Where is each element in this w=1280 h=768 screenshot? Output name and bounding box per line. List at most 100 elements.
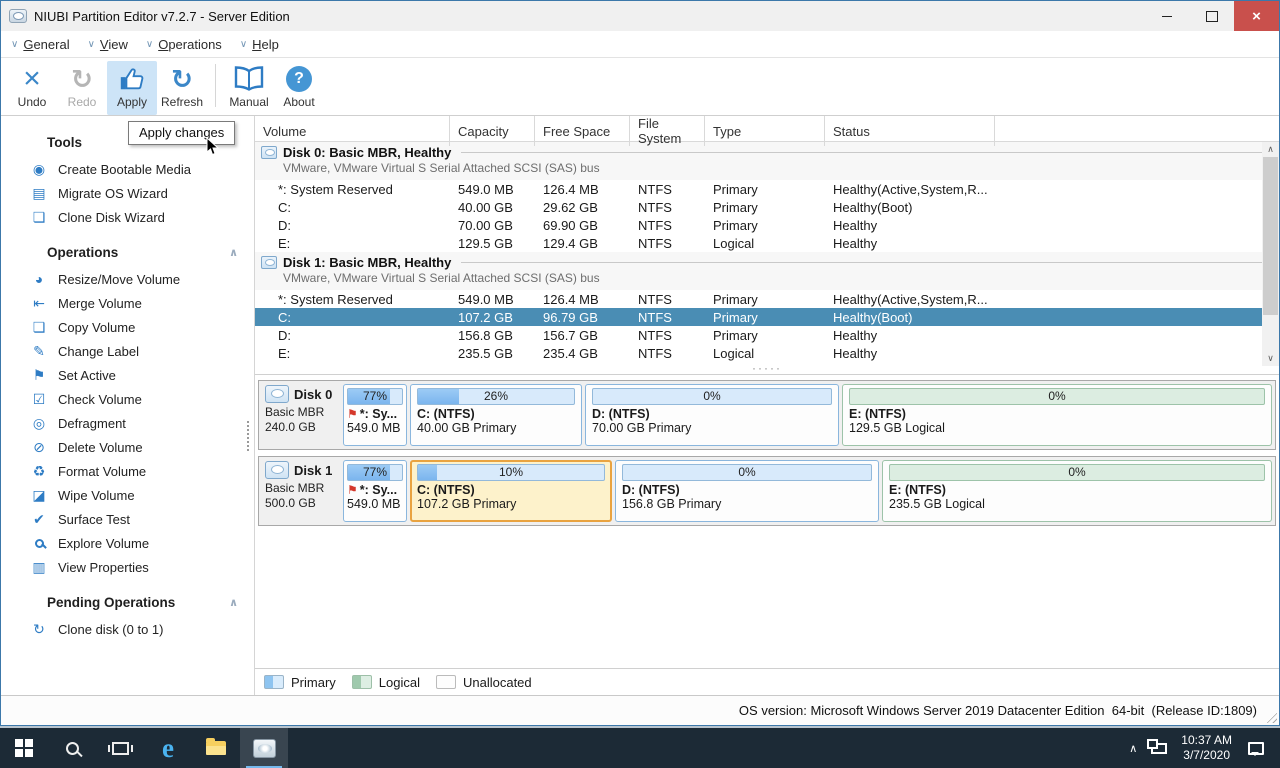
sidebar-item-create-bootable-media[interactable]: ◉ Create Bootable Media xyxy=(1,157,254,181)
app-window: NIUBI Partition Editor v7.2.7 - Server E… xyxy=(0,0,1280,726)
close-button[interactable]: × xyxy=(1234,1,1279,31)
partition-block-d[interactable]: 0% D: (NTFS) 156.8 GB Primary xyxy=(615,460,879,522)
partition-block-d[interactable]: 0% D: (NTFS) 70.00 GB Primary xyxy=(585,384,839,446)
table-row[interactable]: E:235.5 GB235.4 GBNTFSLogicalHealthy xyxy=(255,344,1279,362)
sidebar-item-wipe-volume[interactable]: ◪ Wipe Volume xyxy=(1,483,254,507)
table-header: Volume Capacity Free Space File System T… xyxy=(255,116,1279,142)
partition-block-c[interactable]: 26% C: (NTFS) 40.00 GB Primary xyxy=(410,384,582,446)
legend-logical-swatch xyxy=(352,675,372,689)
menu-view[interactable]: ∨ View xyxy=(88,37,128,52)
menu-bar: ∨ General ∨ View ∨ Operations ∨ Help xyxy=(1,31,1279,58)
partition-block-e[interactable]: 0% E: (NTFS) 129.5 GB Logical xyxy=(842,384,1272,446)
book-icon xyxy=(234,63,264,95)
apply-button[interactable]: Apply xyxy=(107,61,157,115)
tray-chevron-icon[interactable]: ∧ xyxy=(1129,742,1137,755)
undo-button[interactable]: × Undo xyxy=(7,61,57,115)
niubi-app-icon xyxy=(253,739,276,758)
checkmark-icon: ✔ xyxy=(30,511,48,528)
col-free-space[interactable]: Free Space xyxy=(535,116,630,146)
table-row[interactable]: D:70.00 GB69.90 GBNTFSPrimaryHealthy xyxy=(255,216,1279,234)
table-resize-handle[interactable]: ····· xyxy=(752,364,782,373)
menu-general[interactable]: ∨ General xyxy=(11,37,70,52)
network-icon[interactable] xyxy=(1151,743,1167,754)
table-row-selected[interactable]: C:107.2 GB96.79 GBNTFSPrimaryHealthy(Boo… xyxy=(255,308,1279,326)
maximize-button[interactable] xyxy=(1189,1,1234,31)
internet-explorer-button[interactable]: e xyxy=(144,728,192,768)
manual-button[interactable]: Manual xyxy=(224,61,274,115)
sidebar-item-view-properties[interactable]: ▥ View Properties xyxy=(1,555,254,579)
sidebar-item-migrate-os-wizard[interactable]: ▤ Migrate OS Wizard xyxy=(1,181,254,205)
col-status[interactable]: Status xyxy=(825,116,995,146)
flag-icon: ⚑ xyxy=(30,367,48,384)
task-view-icon xyxy=(112,742,129,755)
merge-icon: ⇤ xyxy=(30,295,48,312)
task-view-button[interactable] xyxy=(96,728,144,768)
sidebar-splitter[interactable] xyxy=(247,421,249,451)
start-button[interactable] xyxy=(0,728,48,768)
title-bar: NIUBI Partition Editor v7.2.7 - Server E… xyxy=(1,1,1279,31)
col-type[interactable]: Type xyxy=(705,116,825,146)
window-title: NIUBI Partition Editor v7.2.7 - Server E… xyxy=(34,9,290,24)
sidebar-item-explore-volume[interactable]: Explore Volume xyxy=(1,531,254,555)
disc-icon: ◉ xyxy=(30,161,48,178)
sidebar-item-delete-volume[interactable]: ⊘ Delete Volume xyxy=(1,435,254,459)
redo-button[interactable]: ↻ Redo xyxy=(57,61,107,115)
partition-block-sys[interactable]: 77% ⚑*: Sy... 549.0 MB xyxy=(343,384,407,446)
sidebar-item-merge-volume[interactable]: ⇤ Merge Volume xyxy=(1,291,254,315)
menu-operations[interactable]: ∨ Operations xyxy=(146,37,222,52)
sidebar-item-defragment[interactable]: ◎ Defragment xyxy=(1,411,254,435)
format-icon: ♻ xyxy=(30,463,48,480)
chevron-down-icon: ∨ xyxy=(11,39,18,50)
internet-explorer-icon: e xyxy=(162,735,174,762)
taskbar-search-button[interactable] xyxy=(48,728,96,768)
table-row[interactable]: E:129.5 GB129.4 GBNTFSLogicalHealthy xyxy=(255,234,1279,252)
table-row[interactable]: *: System Reserved549.0 MB126.4 MBNTFSPr… xyxy=(255,180,1279,198)
sidebar-item-format-volume[interactable]: ♻ Format Volume xyxy=(1,459,254,483)
partition-block-c-selected[interactable]: 10% C: (NTFS) 107.2 GB Primary xyxy=(410,460,612,522)
minimize-button[interactable] xyxy=(1144,1,1189,31)
sidebar-item-change-label[interactable]: ✎ Change Label xyxy=(1,339,254,363)
sidebar-item-surface-test[interactable]: ✔ Surface Test xyxy=(1,507,254,531)
question-icon: ? xyxy=(286,63,312,95)
section-operations[interactable]: Operations ∧ xyxy=(1,240,254,267)
sidebar-item-pending-clone-disk[interactable]: ↻ Clone disk (0 to 1) xyxy=(1,617,254,641)
col-file-system[interactable]: File System xyxy=(630,116,705,146)
sidebar-item-copy-volume[interactable]: ❏ Copy Volume xyxy=(1,315,254,339)
taskbar: e ∧ 10:37 AM 3/7/2020 xyxy=(0,728,1280,768)
partition-block-sys[interactable]: 77% ⚑*: Sy... 549.0 MB xyxy=(343,460,407,522)
sidebar-item-check-volume[interactable]: ☑ Check Volume xyxy=(1,387,254,411)
col-empty xyxy=(995,116,1279,146)
table-row[interactable]: C:40.00 GB29.62 GBNTFSPrimaryHealthy(Boo… xyxy=(255,198,1279,216)
volume-table: Volume Capacity Free Space File System T… xyxy=(255,116,1279,375)
folder-icon xyxy=(206,741,226,755)
resize-grip[interactable] xyxy=(1264,710,1277,723)
sidebar-item-set-active[interactable]: ⚑ Set Active xyxy=(1,363,254,387)
niubi-app-button[interactable] xyxy=(240,728,288,768)
apply-tooltip: Apply changes xyxy=(128,121,235,145)
table-row[interactable]: *: System Reserved549.0 MB126.4 MBNTFSPr… xyxy=(255,290,1279,308)
disk0-group-header[interactable]: Disk 0: Basic MBR, Healthy VMware, VMwar… xyxy=(255,142,1279,180)
partition-block-e[interactable]: 0% E: (NTFS) 235.5 GB Logical xyxy=(882,460,1272,522)
scroll-up-icon[interactable]: ∧ xyxy=(1262,142,1279,157)
col-volume[interactable]: Volume xyxy=(255,116,450,146)
disk0-info[interactable]: Disk 0 Basic MBR 240.0 GB xyxy=(262,384,340,446)
sidebar: Tools ◉ Create Bootable Media ▤ Migrate … xyxy=(1,116,255,695)
status-bar: OS version: Microsoft Windows Server 201… xyxy=(1,695,1279,725)
menu-help[interactable]: ∨ Help xyxy=(240,37,279,52)
action-center-icon[interactable] xyxy=(1248,742,1264,755)
sidebar-item-resize-move-volume[interactable]: ◕ Resize/Move Volume xyxy=(1,267,254,291)
refresh-button[interactable]: ↻ Refresh xyxy=(157,61,207,115)
col-capacity[interactable]: Capacity xyxy=(450,116,535,146)
disk1-group-header[interactable]: Disk 1: Basic MBR, Healthy VMware, VMwar… xyxy=(255,252,1279,290)
sidebar-item-clone-disk-wizard[interactable]: ❏ Clone Disk Wizard xyxy=(1,205,254,229)
taskbar-clock[interactable]: 10:37 AM 3/7/2020 xyxy=(1181,733,1232,763)
file-explorer-button[interactable] xyxy=(192,728,240,768)
scrollbar-thumb[interactable] xyxy=(1263,157,1278,315)
toolbar: × Undo ↻ Redo Apply ↻ Refresh xyxy=(1,58,1279,116)
disk1-info[interactable]: Disk 1 Basic MBR 500.0 GB xyxy=(262,460,340,522)
table-row[interactable]: D:156.8 GB156.7 GBNTFSPrimaryHealthy xyxy=(255,326,1279,344)
about-button[interactable]: ? About xyxy=(274,61,324,115)
scroll-down-icon[interactable]: ∨ xyxy=(1262,351,1279,366)
section-pending-operations[interactable]: Pending Operations ∧ xyxy=(1,590,254,617)
table-scrollbar[interactable]: ∧ ∨ xyxy=(1262,142,1279,366)
